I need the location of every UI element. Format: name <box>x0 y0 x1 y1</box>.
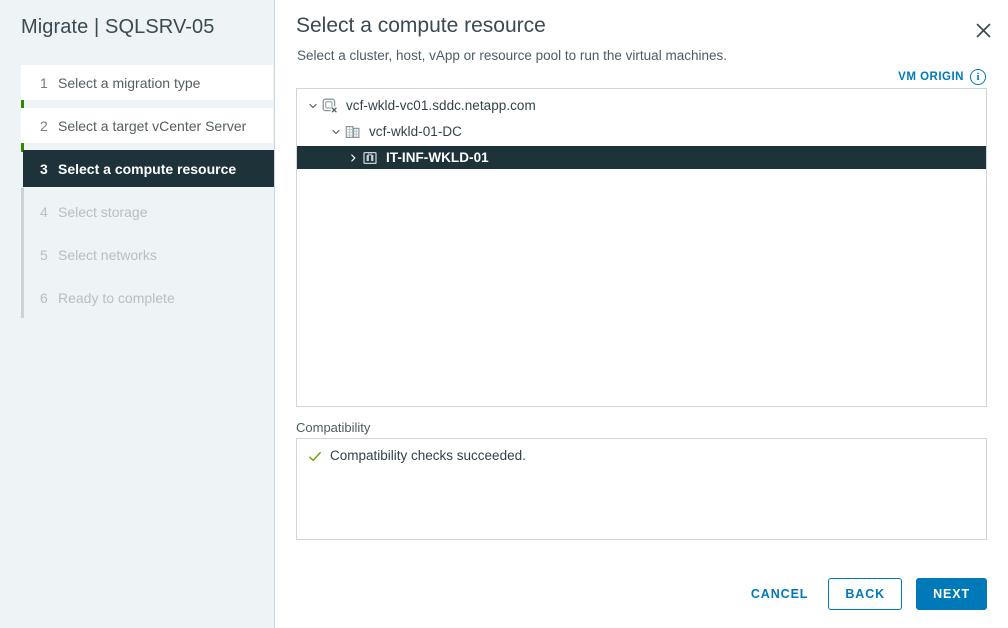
compatibility-status-row: Compatibility checks succeeded. <box>297 439 986 464</box>
chevron-right-icon[interactable] <box>345 153 360 163</box>
cluster-icon <box>360 150 380 166</box>
wizard-title: Migrate | SQLSRV-05 <box>21 16 214 39</box>
wizard-steps-list: 1 Select a migration type 2 Select a tar… <box>21 65 273 315</box>
compatibility-panel: Compatibility checks succeeded. <box>296 438 987 540</box>
sidebar-step-6[interactable]: 6 Ready to complete <box>21 280 273 315</box>
step-spacer <box>21 186 273 194</box>
wizard-main-panel: Select a compute resource Select a clust… <box>275 0 1008 628</box>
sidebar-step-1[interactable]: 1 Select a migration type <box>21 65 273 100</box>
migrate-wizard-dialog: Migrate | SQLSRV-05 1 Select a migration… <box>0 0 1008 628</box>
datacenter-icon <box>343 124 363 140</box>
tree-node-vcenter[interactable]: vcf-wkld-vc01.sddc.netapp.com <box>297 94 986 117</box>
sidebar-step-2[interactable]: 2 Select a target vCenter Server <box>21 108 273 143</box>
tree-node-cluster[interactable]: IT-INF-WKLD-01 <box>297 146 986 169</box>
wizard-sidebar: Migrate | SQLSRV-05 1 Select a migration… <box>0 0 275 628</box>
close-icon <box>976 23 991 38</box>
step-label: Select a migration type <box>58 75 200 91</box>
cancel-button[interactable]: CANCEL <box>745 579 814 609</box>
page-title: Select a compute resource <box>296 14 546 38</box>
sidebar-step-3[interactable]: 3 Select a compute resource <box>24 151 273 186</box>
vm-origin-toggle[interactable]: VM ORIGIN i <box>898 69 986 85</box>
step-spacer <box>21 272 273 280</box>
compatibility-message: Compatibility checks succeeded. <box>330 448 526 463</box>
sidebar-step-4[interactable]: 4 Select storage <box>21 194 273 229</box>
step-label: Select a target vCenter Server <box>58 118 246 134</box>
step-label: Select networks <box>58 247 157 263</box>
vm-origin-label: VM ORIGIN <box>898 71 964 83</box>
close-button[interactable] <box>970 17 996 43</box>
compatibility-label: Compatibility <box>296 420 370 435</box>
step-spacer <box>21 143 273 151</box>
step-spacer <box>21 229 273 237</box>
step-number: 1 <box>40 75 58 91</box>
next-button[interactable]: NEXT <box>916 578 987 610</box>
step-label: Ready to complete <box>58 290 175 306</box>
info-circle-icon[interactable]: i <box>970 69 986 85</box>
tree-node-label: vcf-wkld-01-DC <box>369 124 462 139</box>
dialog-footer: CANCEL BACK NEXT <box>745 578 987 610</box>
check-icon <box>308 450 322 464</box>
step-number: 6 <box>40 290 58 306</box>
step-spacer <box>21 100 273 108</box>
chevron-down-icon[interactable] <box>305 101 320 111</box>
step-number: 5 <box>40 247 58 263</box>
page-subtitle: Select a cluster, host, vApp or resource… <box>297 48 727 63</box>
step-number: 3 <box>40 161 58 177</box>
step-number: 4 <box>40 204 58 220</box>
step-label: Select storage <box>58 204 148 220</box>
tree-node-label: vcf-wkld-vc01.sddc.netapp.com <box>346 98 536 113</box>
inventory-tree-panel[interactable]: vcf-wkld-vc01.sddc.netapp.com <box>296 88 987 407</box>
tree-node-label: IT-INF-WKLD-01 <box>386 150 489 165</box>
chevron-down-icon[interactable] <box>328 127 343 137</box>
tree-node-datacenter[interactable]: vcf-wkld-01-DC <box>297 120 986 143</box>
step-number: 2 <box>40 118 58 134</box>
back-button[interactable]: BACK <box>828 578 902 610</box>
vcenter-server-icon <box>320 98 340 114</box>
sidebar-step-5[interactable]: 5 Select networks <box>21 237 273 272</box>
step-label: Select a compute resource <box>58 161 236 177</box>
